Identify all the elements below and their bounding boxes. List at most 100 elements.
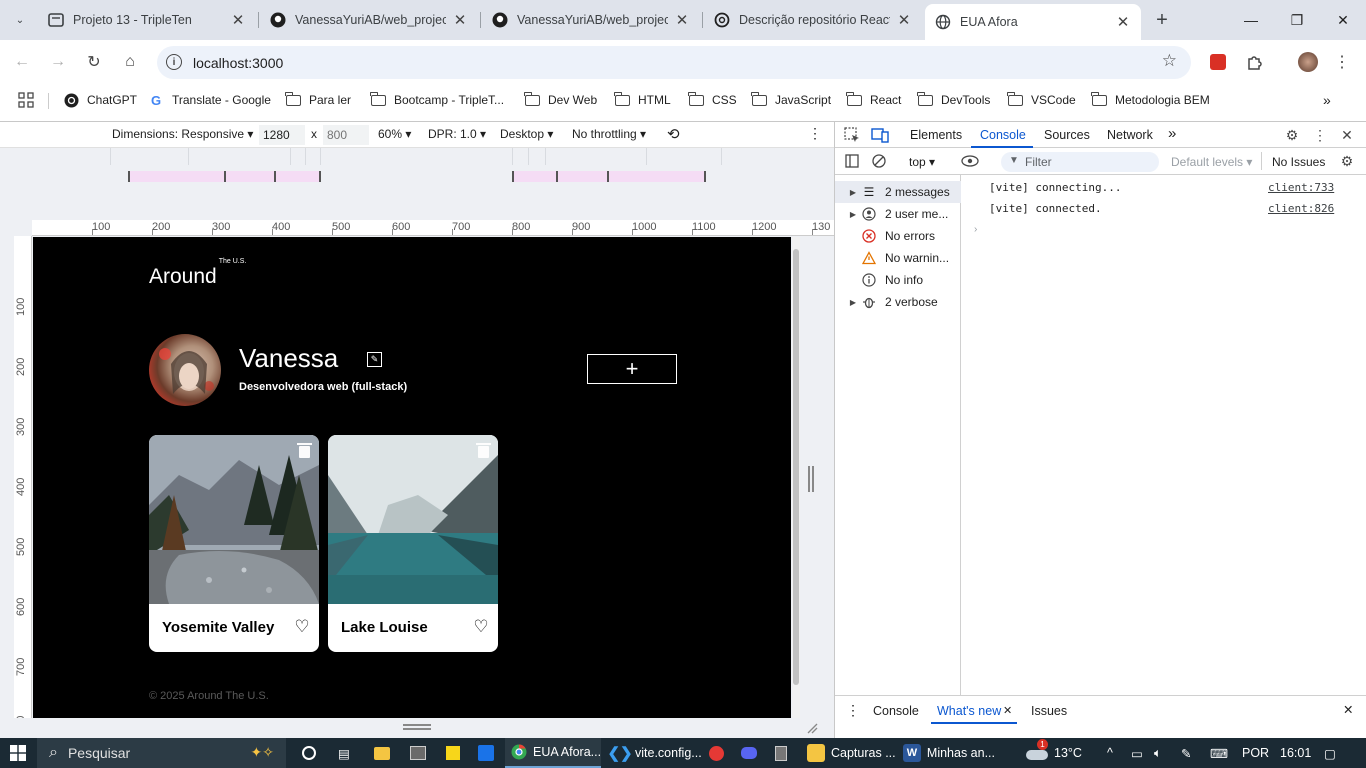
bookmark-folder-bem[interactable]: Metodologia BEM <box>1091 91 1210 109</box>
dimensions-select[interactable]: Dimensions: Responsive ▾ <box>112 127 253 141</box>
browser-tab-1[interactable]: Projeto 13 - TripleTen ✕ <box>38 4 256 36</box>
sidebar-item-warnings[interactable]: No warnin... <box>835 247 961 269</box>
trash-icon[interactable] <box>297 443 312 458</box>
bookmark-folder-react[interactable]: React <box>846 91 901 109</box>
profile-avatar[interactable] <box>149 334 221 406</box>
tab-elements[interactable]: Elements <box>910 128 962 142</box>
more-tabs-chevron-icon[interactable]: » <box>1168 125 1176 142</box>
media-query-range-left[interactable] <box>128 171 321 182</box>
outlook-icon[interactable] <box>478 738 494 768</box>
home-button[interactable]: ⌂ <box>118 50 142 74</box>
pen-icon[interactable]: ✎ <box>1181 738 1191 768</box>
site-info-icon[interactable]: i <box>166 54 182 70</box>
back-button[interactable]: ← <box>10 50 34 74</box>
taskbar-search[interactable]: ⌕ Pesquisar ✦✧ <box>37 738 286 768</box>
eye-icon[interactable] <box>961 152 979 170</box>
bookmark-folder-vscode[interactable]: VSCode <box>1007 91 1076 109</box>
close-icon[interactable]: ✕ <box>1338 126 1356 144</box>
media-query-range-right[interactable] <box>512 171 706 182</box>
width-resize-handle[interactable] <box>808 466 814 492</box>
page-scrollbar[interactable] <box>792 237 800 718</box>
log-levels-select[interactable]: Default levels ▾ <box>1171 155 1252 169</box>
media-player-icon[interactable] <box>709 738 724 768</box>
reload-button[interactable]: ↻ <box>82 50 106 74</box>
drawer-menu-icon[interactable]: ⋮ <box>846 702 860 719</box>
expand-arrow-icon[interactable]: ▶ <box>846 188 860 197</box>
volume-icon[interactable]: 🔈︎ <box>1154 738 1162 768</box>
window-close-button[interactable]: ✕ <box>1320 0 1366 40</box>
sidebar-item-verbose[interactable]: ▶ 2 verbose <box>835 291 961 313</box>
taskbar-app-chrome[interactable]: EUA Afora... <box>505 738 601 768</box>
clock[interactable]: 16:01 <box>1280 738 1311 768</box>
card-image-yosemite[interactable] <box>149 435 319 604</box>
tab-search-button[interactable]: ⌄ <box>8 8 32 32</box>
throttling-select[interactable]: No throttling ▾ <box>572 127 646 141</box>
taskbar-app-word[interactable]: W Minhas an... <box>899 738 995 768</box>
windows-start-icon[interactable] <box>10 738 26 768</box>
browser-tab-4[interactable]: Descrição repositório React ✕ <box>704 4 922 36</box>
devtools-menu-icon[interactable]: ⋮ <box>1311 126 1329 144</box>
console-settings-gear-icon[interactable]: ⚙ <box>1338 152 1356 170</box>
bookmark-folder-html[interactable]: HTML <box>614 91 671 109</box>
taskbar-app-capturas[interactable]: Capturas ... <box>801 738 897 768</box>
bookmark-folder-dev-web[interactable]: Dev Web <box>524 91 597 109</box>
corner-resize-handle[interactable] <box>806 722 818 734</box>
close-icon[interactable]: ✕ <box>452 12 468 29</box>
battery-icon[interactable]: ▭ <box>1131 738 1143 768</box>
edit-profile-button[interactable]: ✎ <box>367 352 382 367</box>
browser-tab-active[interactable]: EUA Afora ✕ <box>925 4 1141 40</box>
drawer-tab-console[interactable]: Console <box>873 704 919 718</box>
context-select[interactable]: top ▾ <box>909 155 935 169</box>
new-tab-button[interactable]: + <box>1150 8 1174 32</box>
forward-button[interactable]: → <box>46 50 70 74</box>
discord-icon[interactable] <box>741 738 757 768</box>
close-drawer-icon[interactable]: ✕ <box>1343 702 1353 717</box>
close-icon[interactable]: ✕ <box>1115 14 1131 31</box>
expand-arrow-icon[interactable]: ▶ <box>846 210 860 219</box>
console-log-source-link[interactable]: client:733 <box>1268 181 1334 194</box>
console-log-source-link[interactable]: client:826 <box>1268 202 1334 215</box>
tab-network[interactable]: Network <box>1107 128 1153 142</box>
rotate-icon[interactable]: ⟲ <box>667 125 680 143</box>
height-resize-handle[interactable] <box>403 724 431 730</box>
tray-chevron-icon[interactable]: ^ <box>1107 738 1113 768</box>
close-icon[interactable]: ✕ <box>674 12 690 29</box>
sidebar-item-messages[interactable]: ▶ ☰ 2 messages <box>835 181 961 203</box>
taskbar-app-vscode[interactable]: ❮❯ vite.config... <box>607 738 703 768</box>
bookmark-folder-css[interactable]: CSS <box>688 91 737 109</box>
bookmark-folder-javascript[interactable]: JavaScript <box>751 91 831 109</box>
extensions-puzzle-icon[interactable] <box>1242 50 1266 74</box>
language-indicator[interactable]: POR <box>1242 738 1269 768</box>
extension-red-icon[interactable] <box>1206 50 1230 74</box>
file-explorer-icon[interactable] <box>374 738 390 768</box>
width-input[interactable] <box>259 125 305 145</box>
sidebar-item-user-messages[interactable]: ▶ 2 user me... <box>835 203 961 225</box>
zoom-select[interactable]: 60% ▾ <box>378 127 411 141</box>
apps-grid-icon[interactable] <box>18 91 34 109</box>
bookmark-translate[interactable]: G Translate - Google <box>148 91 271 109</box>
close-icon[interactable]: ✕ <box>896 12 912 29</box>
close-icon[interactable]: ✕ <box>1003 704 1012 717</box>
notifications-icon[interactable]: ▢ <box>1324 738 1336 768</box>
inspect-element-icon[interactable] <box>843 126 861 144</box>
heart-icon[interactable]: ♡ <box>472 617 490 636</box>
expand-arrow-icon[interactable]: ▶ <box>846 298 860 307</box>
drawer-tab-whats-new[interactable]: What's new <box>937 704 1001 718</box>
restore-button[interactable]: ❐ <box>1274 0 1320 40</box>
tab-sources[interactable]: Sources <box>1044 128 1090 142</box>
clear-console-icon[interactable] <box>870 152 888 170</box>
profile-avatar[interactable] <box>1296 50 1320 74</box>
add-card-button[interactable]: + <box>587 354 677 384</box>
sidebar-item-info[interactable]: No info <box>835 269 961 291</box>
bookmark-folder-bootcamp[interactable]: Bootcamp - TripleT... <box>370 91 504 109</box>
issues-counter[interactable]: No Issues <box>1272 155 1325 169</box>
keyboard-icon[interactable]: ⌨ <box>1210 738 1228 768</box>
task-view-icon[interactable] <box>302 738 316 768</box>
device-type-select[interactable]: Desktop ▾ <box>500 127 553 141</box>
browser-tab-3[interactable]: VanessaYuriAB/web_project_ ✕ <box>482 4 700 36</box>
terminal-icon[interactable] <box>410 738 426 768</box>
widgets-icon[interactable]: ▤ <box>338 738 350 768</box>
bookmark-star-icon[interactable]: ☆ <box>1162 51 1177 71</box>
sidebar-toggle-icon[interactable] <box>843 152 861 170</box>
weather-widget[interactable]: 1 13°C <box>1026 738 1082 768</box>
